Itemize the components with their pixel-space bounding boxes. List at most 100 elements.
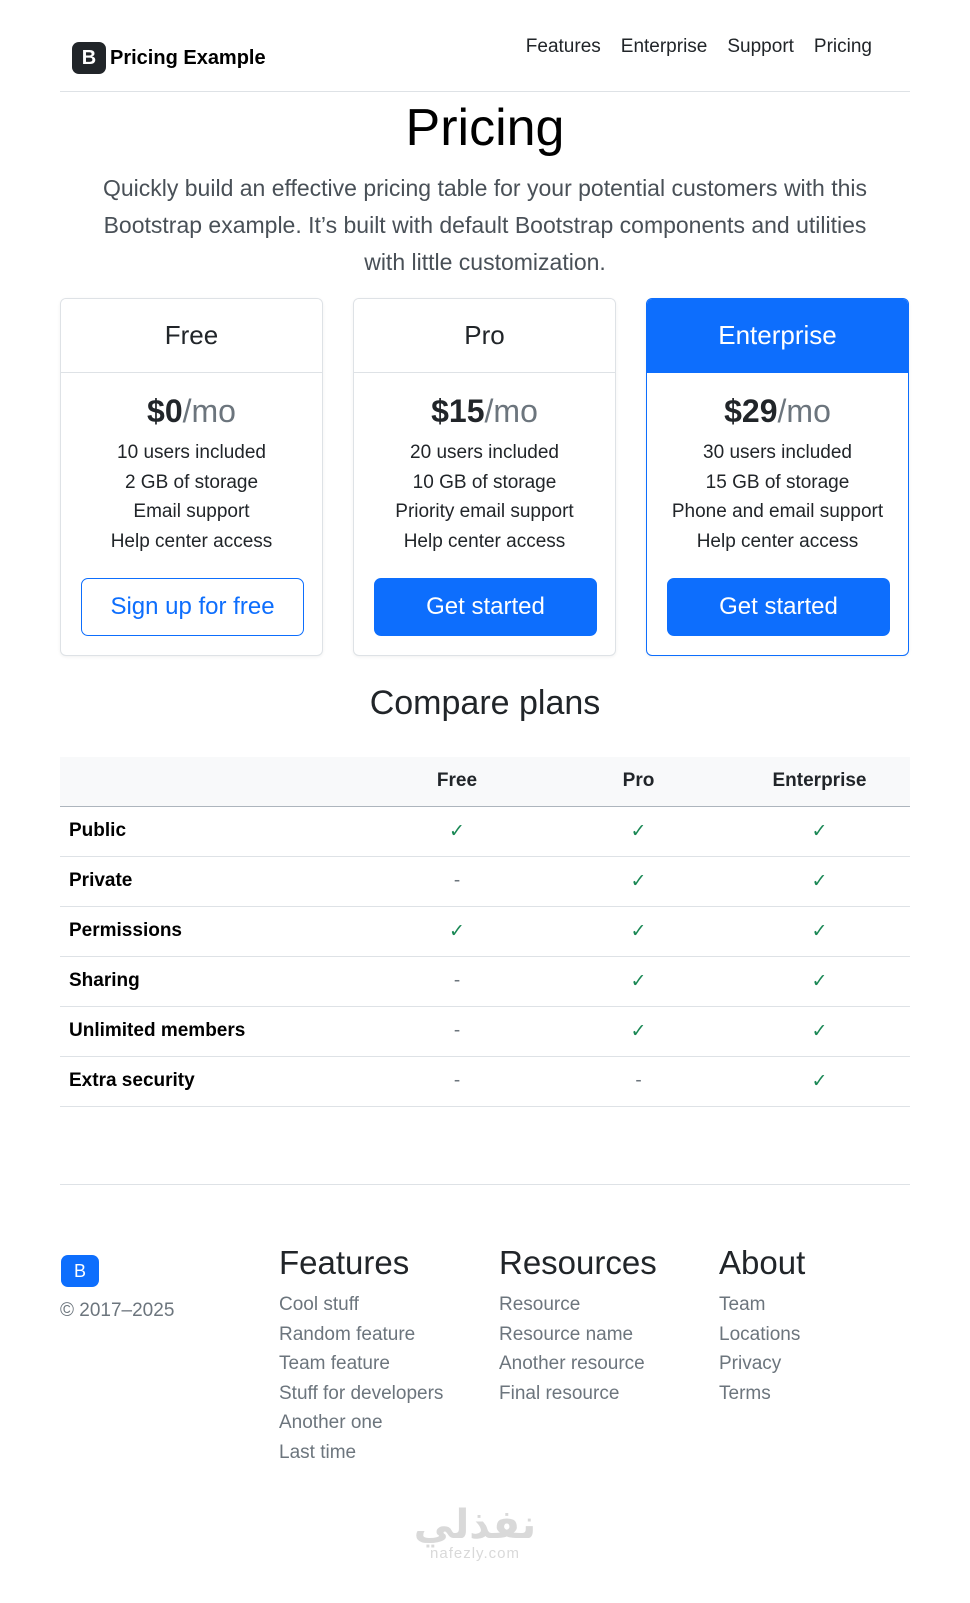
plan-card-pro: Pro $15/mo 20 users included 10 GB of st… (353, 298, 616, 656)
watermark-arabic-text: نفذلي (413, 1503, 537, 1547)
dash-icon: - (366, 956, 548, 1007)
table-header-row: Free Pro Enterprise (60, 757, 910, 807)
row-label: Private (60, 856, 366, 907)
column-header: Free (366, 757, 548, 807)
plan-name: Pro (354, 299, 615, 373)
page-title: Pricing (405, 99, 565, 157)
dash-icon: - (366, 856, 548, 907)
column-header: Pro (548, 757, 729, 807)
footer-link[interactable]: Team (719, 1290, 805, 1320)
plan-card-free: Free $0/mo 10 users included 2 GB of sto… (60, 298, 323, 656)
plan-features: 20 users included 10 GB of storage Prior… (354, 438, 615, 556)
dash-icon: - (366, 1056, 548, 1107)
check-icon: ✓ (366, 906, 548, 957)
check-icon: ✓ (548, 856, 729, 907)
nav-link-pricing[interactable]: Pricing (814, 36, 872, 58)
table-row: Private - ✓ ✓ (60, 856, 910, 907)
row-label: Unlimited members (60, 1006, 366, 1057)
plan-price: $15/mo (431, 393, 538, 429)
watermark-latin-text: nafezly.com (430, 1545, 520, 1562)
get-started-enterprise-button[interactable]: Get started (667, 578, 890, 636)
plan-name: Enterprise (647, 299, 908, 373)
row-label: Public (60, 806, 366, 857)
footer-link[interactable]: Last time (279, 1438, 443, 1468)
footer-column-resources: Resources Resource Resource name Another… (499, 1244, 657, 1408)
bootstrap-logo-icon: B (72, 42, 106, 74)
column-header: Enterprise (729, 757, 910, 807)
footer-column-features: Features Cool stuff Random feature Team … (279, 1244, 443, 1467)
sign-up-free-button[interactable]: Sign up for free (81, 578, 304, 636)
footer-column-about: About Team Locations Privacy Terms (719, 1244, 805, 1408)
row-label: Permissions (60, 906, 366, 957)
plan-features: 10 users included 2 GB of storage Email … (61, 438, 322, 556)
footer-link[interactable]: Privacy (719, 1349, 805, 1379)
footer-link[interactable]: Final resource (499, 1379, 657, 1409)
check-icon: ✓ (548, 956, 729, 1007)
footer-link[interactable]: Cool stuff (279, 1290, 443, 1320)
check-icon: ✓ (729, 1006, 910, 1057)
footer-divider (60, 1184, 910, 1185)
brand-name: Pricing Example (110, 46, 266, 69)
plan-feature: Help center access (403, 530, 566, 552)
nav-link-features[interactable]: Features (526, 36, 601, 58)
plan-feature: Help center access (696, 530, 859, 552)
row-label: Sharing (60, 956, 366, 1007)
table-row: Unlimited members - ✓ ✓ (60, 1006, 910, 1057)
check-icon: ✓ (729, 1056, 910, 1107)
footer-link[interactable]: Team feature (279, 1349, 443, 1379)
plan-price: $0/mo (147, 393, 236, 429)
nav-link-support[interactable]: Support (727, 36, 794, 58)
compare-table: Free Pro Enterprise Public ✓ ✓ ✓ Private - ✓ ✓ P… (60, 757, 910, 1107)
plan-feature: Phone and email support (671, 501, 884, 522)
plan-feature: 30 users included (703, 442, 852, 463)
footer-link[interactable]: Random feature (279, 1320, 443, 1350)
check-icon: ✓ (366, 806, 548, 857)
plan-feature: Help center access (110, 530, 273, 552)
check-icon: ✓ (729, 906, 910, 957)
footer-column-title: About (719, 1244, 806, 1281)
plan-feature: Email support (133, 501, 250, 522)
plan-feature: 10 users included (117, 442, 266, 463)
footer-link[interactable]: Stuff for developers (279, 1379, 443, 1409)
footer-column-title: Features (279, 1244, 410, 1281)
plan-feature: 10 GB of storage (412, 471, 557, 493)
plan-feature: 2 GB of storage (124, 471, 259, 493)
plan-feature: 20 users included (410, 442, 559, 463)
row-label: Extra security (60, 1056, 366, 1107)
plan-feature: 15 GB of storage (705, 471, 850, 493)
footer-column-title: Resources (499, 1244, 657, 1281)
copyright-text: © 2017–2025 (60, 1300, 175, 1321)
check-icon: ✓ (729, 856, 910, 907)
compare-plans-heading: Compare plans (369, 684, 601, 722)
footer-link[interactable]: Resource name (499, 1320, 657, 1350)
dash-icon: - (366, 1006, 548, 1057)
plan-price: $29/mo (724, 393, 831, 429)
footer-link[interactable]: Another resource (499, 1349, 657, 1379)
check-icon: ✓ (729, 956, 910, 1007)
nav-link-enterprise[interactable]: Enterprise (621, 36, 708, 58)
brand-link[interactable]: B Pricing Example (72, 42, 266, 74)
page-lead: Quickly build an effective pricing table… (102, 175, 868, 275)
plan-features: 30 users included 15 GB of storage Phone… (647, 438, 908, 556)
plan-name: Free (61, 299, 322, 373)
footer-link[interactable]: Resource (499, 1290, 657, 1320)
plan-card-enterprise: Enterprise $29/mo 30 users included 15 G… (646, 298, 909, 656)
get-started-pro-button[interactable]: Get started (374, 578, 597, 636)
table-row: Sharing - ✓ ✓ (60, 956, 910, 1007)
table-row: Permissions ✓ ✓ ✓ (60, 906, 910, 957)
check-icon: ✓ (729, 806, 910, 857)
watermark: نفذلي nafezly.com (410, 1505, 540, 1562)
footer-link[interactable]: Terms (719, 1379, 805, 1409)
site-header: B Pricing Example Features Enterprise Su… (60, 20, 910, 92)
check-icon: ✓ (548, 906, 729, 957)
check-icon: ✓ (548, 806, 729, 857)
dash-icon: - (548, 1056, 729, 1107)
column-header (60, 757, 366, 807)
footer-link[interactable]: Locations (719, 1320, 805, 1350)
table-row: Public ✓ ✓ ✓ (60, 806, 910, 857)
footer-link[interactable]: Another one (279, 1408, 443, 1438)
check-icon: ✓ (548, 1006, 729, 1057)
plan-feature: Priority email support (395, 501, 574, 522)
main-nav: Features Enterprise Support Pricing (526, 36, 872, 58)
footer-bootstrap-logo-icon: B (61, 1255, 99, 1287)
